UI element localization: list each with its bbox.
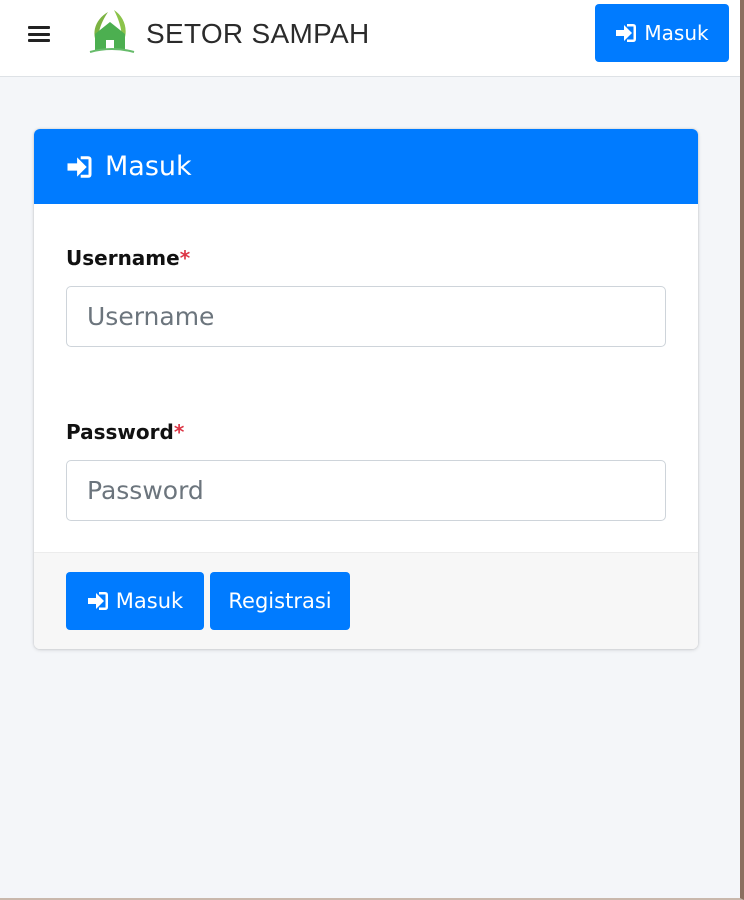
- register-label: Registrasi: [228, 589, 332, 613]
- sign-in-icon: [67, 155, 92, 178]
- username-input[interactable]: [66, 286, 666, 347]
- username-required-mark: *: [179, 246, 191, 270]
- hamburger-menu-icon[interactable]: [28, 24, 50, 44]
- submit-login-label: Masuk: [115, 589, 184, 613]
- password-input[interactable]: [66, 460, 666, 521]
- register-button[interactable]: Registrasi: [210, 572, 350, 630]
- password-required-mark: *: [173, 420, 185, 444]
- username-label: Username*: [66, 246, 190, 270]
- navbar-login-button[interactable]: Masuk: [595, 4, 729, 62]
- leaf-house-logo: [89, 10, 135, 53]
- login-card: Masuk Username* Password* Masuk Registra…: [34, 129, 698, 649]
- login-card-header: Masuk: [34, 129, 698, 204]
- sign-in-icon: [87, 592, 108, 610]
- submit-login-button[interactable]: Masuk: [66, 572, 204, 630]
- login-card-footer: Masuk Registrasi: [34, 552, 698, 649]
- username-label-text: Username: [66, 246, 180, 270]
- app-window: SETOR SAMPAH Masuk Masuk Username* Passw…: [0, 0, 744, 900]
- login-card-title: Masuk: [105, 150, 192, 182]
- sign-in-icon: [616, 24, 637, 42]
- login-form: Username* Password*: [34, 204, 698, 552]
- password-label: Password*: [66, 420, 184, 444]
- top-navbar: SETOR SAMPAH Masuk: [0, 0, 740, 77]
- password-label-text: Password: [66, 420, 174, 444]
- brand-name[interactable]: SETOR SAMPAH: [146, 17, 370, 51]
- navbar-login-label: Masuk: [644, 21, 709, 45]
